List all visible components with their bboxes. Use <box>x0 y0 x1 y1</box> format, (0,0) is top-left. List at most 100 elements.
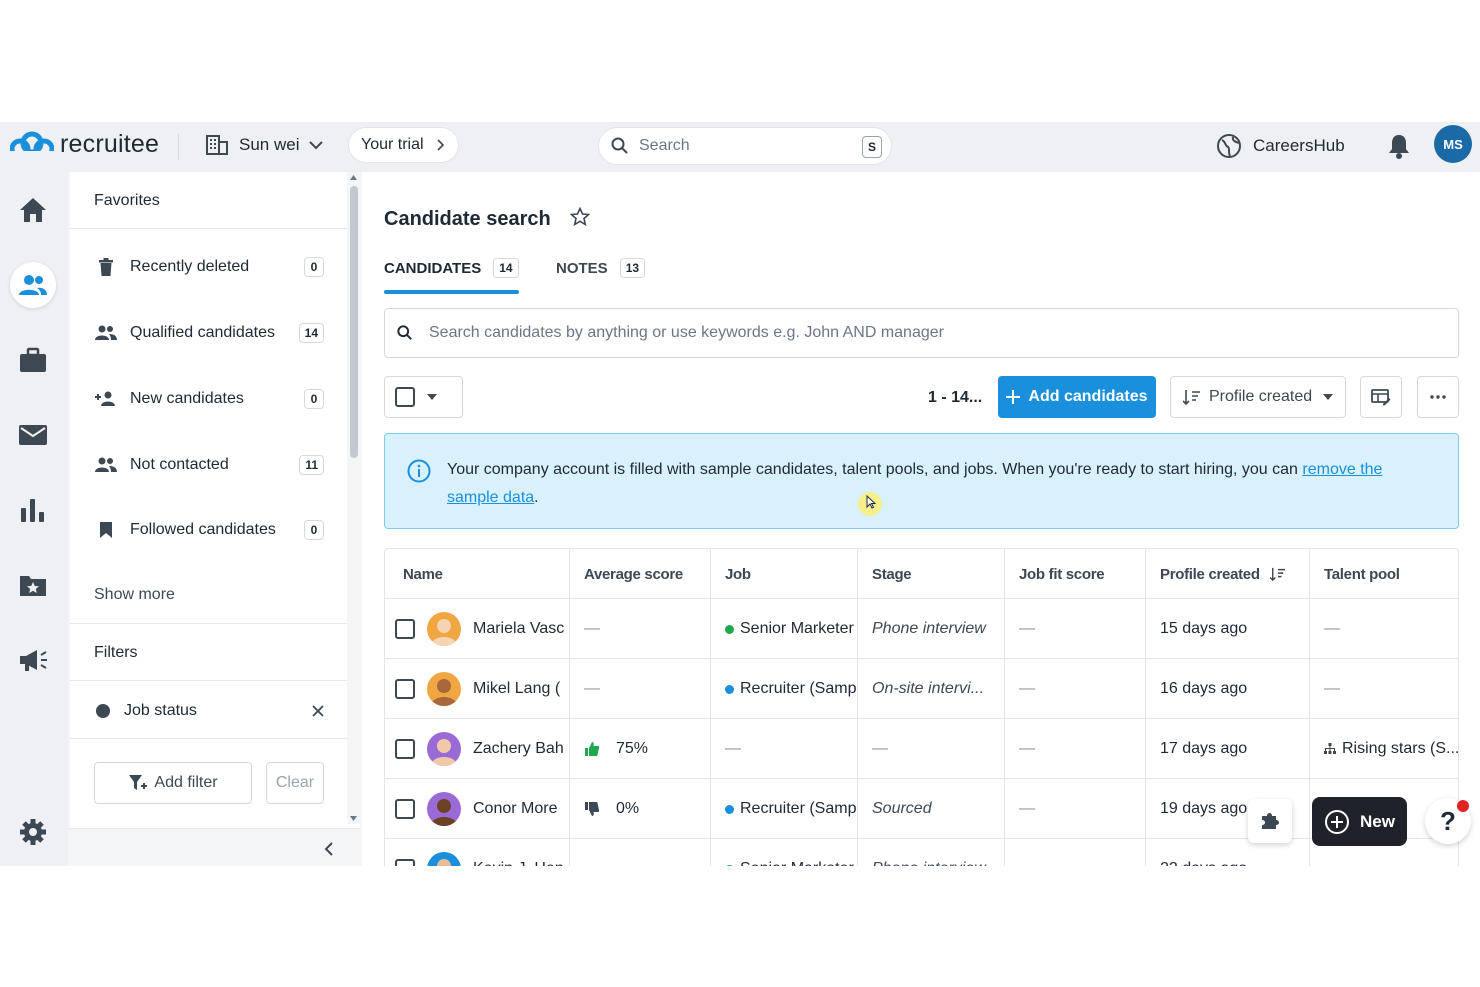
clear-filters-button[interactable]: Clear <box>266 762 324 804</box>
panel-scrollbar[interactable] <box>347 172 360 824</box>
more-options-button[interactable] <box>1417 376 1459 418</box>
cell-stage: Phone interview <box>858 839 1005 866</box>
integrations-button[interactable] <box>1248 799 1292 843</box>
filter-job-status[interactable]: Job status <box>94 696 324 726</box>
cell-job: Recruiter (Samp <box>711 659 858 719</box>
table-row[interactable]: Conor More 0% Recruiter (Samp Sourced — 19 da… <box>385 779 1458 839</box>
nav-campaigns[interactable] <box>10 637 56 683</box>
talent-pool-value: — <box>1324 620 1340 637</box>
thumbs-down-icon <box>584 801 600 817</box>
cell-stage: — <box>858 719 1005 779</box>
global-search-input[interactable] <box>639 137 859 155</box>
nav-settings[interactable] <box>10 809 56 855</box>
main-content: Candidate search CANDIDATES 14 NOTES 13 … <box>362 172 1480 866</box>
bell-icon <box>1389 135 1409 159</box>
cell-name[interactable]: Zachery Bah <box>385 719 570 779</box>
nav-mailbox[interactable] <box>10 412 56 458</box>
app-window: recruitee Sun wei Your trial S Career <box>0 122 1480 866</box>
careers-hub-link[interactable]: CareersHub <box>1216 133 1345 159</box>
tab-label: NOTES <box>556 259 608 277</box>
nav-talent-pools[interactable] <box>10 562 56 608</box>
caret-down-icon[interactable] <box>427 394 437 400</box>
nav-home[interactable] <box>10 187 56 233</box>
column-header-name[interactable]: Name <box>385 549 570 599</box>
cell-job: Senior Marketer <box>711 599 858 659</box>
candidate-search-box[interactable] <box>384 308 1459 358</box>
plus-icon <box>1006 390 1021 404</box>
favorite-new-candidates[interactable]: New candidates 0 <box>94 384 324 414</box>
nav-candidates[interactable] <box>10 262 56 308</box>
add-filter-button[interactable]: Add filter <box>94 762 252 804</box>
chevron-left-icon[interactable] <box>324 842 334 856</box>
divider <box>70 680 347 681</box>
table-row[interactable]: Mariela Vasc — Senior Marketer Phone interv… <box>385 599 1458 659</box>
table-row[interactable]: Mikel Lang (— Recruiter (Samp On-site inte… <box>385 659 1458 719</box>
cell-name[interactable]: Mikel Lang ( <box>385 659 570 719</box>
favorite-label: Not contacted <box>130 456 229 473</box>
user-avatar[interactable]: MS <box>1434 125 1472 163</box>
bulk-select[interactable] <box>384 376 463 418</box>
cell-profile-created: 15 days ago <box>1146 599 1310 659</box>
favorite-followed-candidates[interactable]: Followed candidates 0 <box>94 515 324 545</box>
building-icon <box>206 135 228 155</box>
column-header-talent-pool[interactable]: Talent pool <box>1310 549 1458 599</box>
column-header-job-fit-score[interactable]: Job fit score <box>1005 549 1146 599</box>
column-header-job[interactable]: Job <box>711 549 858 599</box>
show-more-link[interactable]: Show more <box>94 586 175 604</box>
cell-name[interactable]: Mariela Vasc <box>385 599 570 659</box>
cell-name[interactable]: Conor More <box>385 779 570 839</box>
globe-icon <box>1217 134 1241 158</box>
scroll-down-icon <box>350 816 357 821</box>
favorite-not-contacted[interactable]: Not contacted 11 <box>94 450 324 480</box>
column-header-average-score[interactable]: Average score <box>570 549 711 599</box>
candidate-avatar <box>427 852 461 866</box>
job-fit-value: — <box>1019 620 1035 637</box>
scrollbar-thumb[interactable] <box>350 186 358 458</box>
select-all-checkbox[interactable] <box>395 387 415 407</box>
tab-candidates[interactable]: CANDIDATES 14 <box>384 258 519 278</box>
stage-name: — <box>872 740 888 757</box>
column-header-stage[interactable]: Stage <box>858 549 1005 599</box>
table-row[interactable]: Zachery Bah 75% — — — 17 days ago Rising stars… <box>385 719 1458 779</box>
tab-notes[interactable]: NOTES 13 <box>556 258 646 278</box>
favorite-qualified-candidates[interactable]: Qualified candidates 14 <box>94 318 324 348</box>
row-checkbox[interactable] <box>395 799 415 819</box>
company-switcher[interactable]: Sun wei <box>205 134 324 156</box>
cell-name[interactable]: Kevin J. Hen <box>385 839 570 866</box>
columns-settings-button[interactable] <box>1360 376 1402 418</box>
row-checkbox[interactable] <box>395 619 415 639</box>
cell-profile-created: 17 days ago <box>1146 719 1310 779</box>
row-checkbox[interactable] <box>395 679 415 699</box>
reports-icon <box>21 499 44 522</box>
job-name: Recruiter (Samp <box>740 800 857 817</box>
thumbs-up-icon <box>584 741 600 757</box>
close-icon[interactable] <box>312 705 324 717</box>
nav-reports[interactable] <box>10 487 56 533</box>
cell-profile-created: 16 days ago <box>1146 659 1310 719</box>
add-candidates-button[interactable]: Add candidates <box>998 376 1156 418</box>
favorite-recently-deleted[interactable]: Recently deleted 0 <box>94 252 324 282</box>
average-score-value: — <box>584 620 600 637</box>
brand-logo[interactable]: recruitee <box>10 130 159 159</box>
candidates-table: Name Average score Job Stage Job fit sco… <box>384 548 1459 866</box>
candidate-search-input[interactable] <box>429 324 1329 342</box>
filter-label: Job status <box>124 702 197 719</box>
nav-jobs[interactable] <box>10 337 56 383</box>
global-search[interactable]: S <box>598 127 892 165</box>
column-header-profile-created[interactable]: Profile created <box>1146 549 1310 599</box>
notifications-button[interactable] <box>1386 132 1412 165</box>
row-checkbox[interactable] <box>395 859 415 866</box>
add-candidates-label: Add candidates <box>1028 388 1148 405</box>
trial-button[interactable]: Your trial <box>348 127 459 163</box>
sort-dropdown[interactable]: Profile created <box>1170 376 1346 418</box>
new-button[interactable]: New <box>1312 797 1407 846</box>
star-outline-icon[interactable] <box>569 206 591 227</box>
stage-name: Phone interview <box>872 620 986 637</box>
search-shortcut-key: S <box>862 136 882 158</box>
settings-icon <box>20 819 46 845</box>
row-checkbox[interactable] <box>395 739 415 759</box>
collapse-panel-bar <box>70 828 360 866</box>
banner-message: Your company account is filled with samp… <box>447 461 1303 478</box>
table-row[interactable]: Kevin J. Hen Senior Marketer Phone intervi… <box>385 839 1458 866</box>
bookmark-icon <box>100 522 112 538</box>
